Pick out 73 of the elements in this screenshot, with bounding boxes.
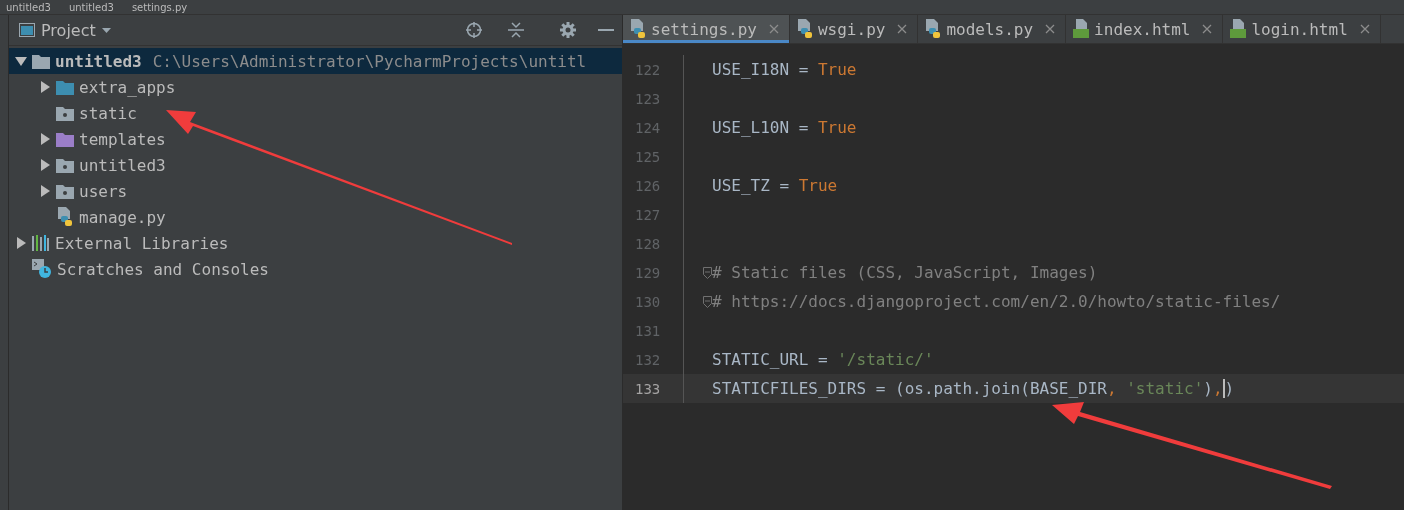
editor-tab[interactable]: models.py bbox=[918, 15, 1067, 43]
editor-tab[interactable]: wsgi.py bbox=[789, 15, 919, 43]
close-icon[interactable] bbox=[1045, 24, 1056, 34]
expand-arrow-icon[interactable] bbox=[39, 185, 51, 197]
close-icon[interactable] bbox=[1359, 24, 1370, 34]
python-file-icon bbox=[924, 19, 943, 39]
expand-arrow-icon[interactable] bbox=[39, 133, 51, 145]
project-path: C:\Users\Administrator\PycharmProjects\untitl bbox=[152, 51, 587, 71]
breadcrumb[interactable]: untitled3 bbox=[68, 1, 114, 13]
tree-item[interactable]: users bbox=[9, 178, 622, 204]
item-name: untitled3 bbox=[79, 155, 166, 175]
item-name: static bbox=[79, 103, 137, 123]
window-icon bbox=[19, 23, 35, 37]
line-number: 126 bbox=[634, 177, 662, 194]
item-name: External Libraries bbox=[55, 233, 229, 253]
fold-marker-icon[interactable] bbox=[703, 266, 712, 279]
tree-item[interactable]: External Libraries bbox=[9, 230, 622, 256]
scratches-icon bbox=[32, 259, 52, 279]
editor-tab[interactable]: settings.py bbox=[623, 15, 790, 43]
caret-icon[interactable] bbox=[101, 27, 111, 33]
tree-item[interactable]: Scratches and Consoles bbox=[9, 256, 622, 282]
panel-title[interactable]: Project bbox=[41, 20, 96, 40]
code-line: USE_TZ = True bbox=[712, 176, 838, 195]
close-icon[interactable] bbox=[897, 24, 908, 34]
locate-icon[interactable] bbox=[466, 22, 482, 38]
editor-tab[interactable]: login.html bbox=[1223, 15, 1381, 43]
fold-marker-icon[interactable] bbox=[703, 295, 712, 308]
breadcrumb[interactable]: settings.py bbox=[131, 1, 188, 13]
line-number: 122 bbox=[634, 61, 662, 78]
expand-arrow-icon[interactable] bbox=[39, 159, 51, 171]
line-number: 129 bbox=[634, 264, 662, 281]
line-number: 128 bbox=[634, 235, 662, 252]
expand-arrow-icon[interactable] bbox=[39, 81, 51, 93]
tree-item[interactable]: static bbox=[9, 100, 622, 126]
collapse-arrow-icon[interactable] bbox=[15, 55, 27, 67]
tree-item[interactable]: untitled3 C:\Users\Administrator\PycharmProjects\untitl bbox=[9, 48, 622, 74]
editor-tab[interactable]: index.html bbox=[1066, 15, 1224, 43]
code-line: USE_L10N = True bbox=[712, 118, 857, 137]
line-number: 123 bbox=[634, 90, 662, 107]
code-line: USE_I18N = True bbox=[712, 60, 857, 79]
line-number: 125 bbox=[634, 148, 662, 165]
library-icon bbox=[32, 235, 50, 251]
line-number: 133 bbox=[634, 380, 662, 397]
tree-item[interactable]: extra_apps bbox=[9, 74, 622, 100]
code-line: # https://docs.djangoproject.com/en/2.0/howto/static-files/ bbox=[712, 292, 1281, 311]
settings-icon[interactable] bbox=[560, 22, 576, 38]
close-icon[interactable] bbox=[1202, 24, 1213, 34]
item-name: Scratches and Consoles bbox=[57, 259, 269, 279]
line-number: 131 bbox=[634, 322, 662, 339]
item-name: users bbox=[79, 181, 128, 201]
html-file-icon bbox=[1072, 19, 1091, 39]
code-line: STATICFILES_DIRS = (os.path.join(BASE_DIR, 'static'),) bbox=[712, 379, 1235, 398]
line-number: 130 bbox=[634, 293, 662, 310]
python-file-icon bbox=[795, 19, 814, 39]
item-name: untitled3 bbox=[55, 51, 142, 71]
html-file-icon bbox=[1229, 19, 1248, 39]
item-name: extra_apps bbox=[79, 77, 176, 97]
tree-item[interactable]: templates bbox=[9, 126, 622, 152]
python-file-icon bbox=[629, 19, 647, 39]
close-icon[interactable] bbox=[768, 24, 779, 34]
tree-item[interactable]: manage.py bbox=[9, 204, 622, 230]
breadcrumb[interactable]: untitled3 bbox=[6, 1, 51, 13]
item-name: templates bbox=[79, 129, 166, 149]
code-line: # Static files (CSS, JavaScript, Images) bbox=[712, 263, 1098, 282]
line-number: 127 bbox=[634, 206, 662, 223]
collapse-all-icon[interactable] bbox=[508, 22, 524, 38]
tree-item[interactable]: untitled3 bbox=[9, 152, 622, 178]
python-file-icon bbox=[56, 207, 74, 227]
line-number: 124 bbox=[634, 119, 662, 136]
line-number: 132 bbox=[634, 351, 662, 368]
item-name: manage.py bbox=[79, 207, 166, 227]
expand-arrow-icon[interactable] bbox=[15, 237, 27, 249]
code-line: STATIC_URL = '/static/' bbox=[712, 350, 934, 369]
